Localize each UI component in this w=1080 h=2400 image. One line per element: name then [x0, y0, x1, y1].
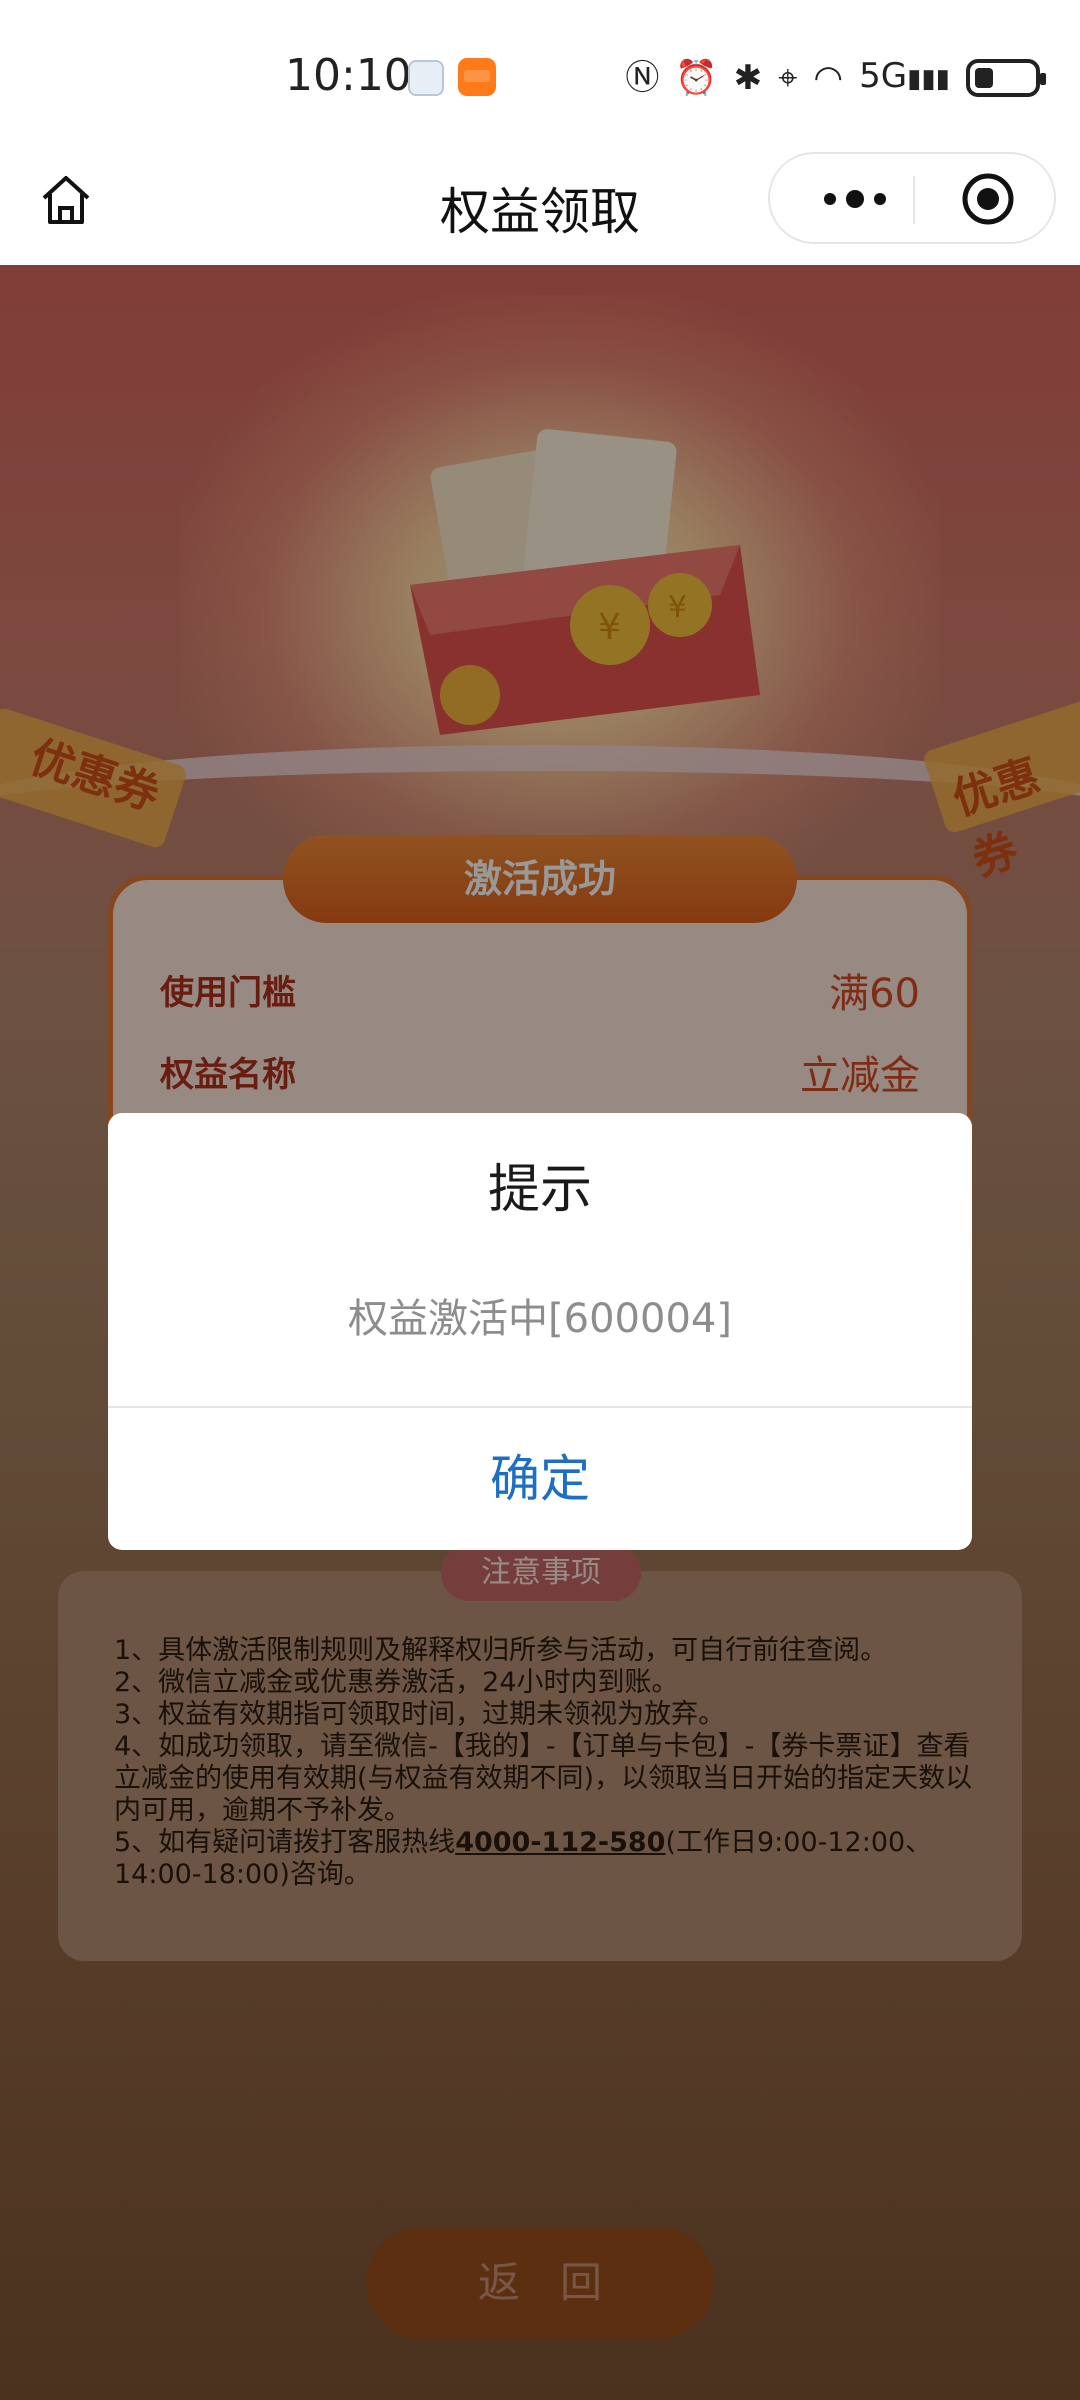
nav-bar: 权益领取 — [0, 150, 1080, 265]
battery-icon — [966, 58, 1046, 97]
status-icons: Ⓝ ⏰ ✱ ⌖ ◠ 5G▮▮▮ — [625, 56, 1046, 99]
wifi-icon: ◠ — [813, 57, 844, 98]
more-icon[interactable] — [810, 174, 900, 224]
nfc-icon: Ⓝ — [625, 57, 660, 98]
dialog-title: 提示 — [487, 1160, 592, 1220]
location-icon: ⌖ — [778, 57, 798, 98]
bluetooth-icon: ✱ — [733, 57, 763, 98]
confirm-button[interactable]: 确定 — [108, 1408, 972, 1550]
dialog-message: 权益激活中[600004] — [348, 1296, 732, 1342]
status-time: 10:10 — [285, 50, 412, 101]
alarm-icon: ⏰ — [675, 57, 718, 98]
status-bar: 10:10 Ⓝ ⏰ ✱ ⌖ ◠ 5G▮▮▮ — [0, 0, 1080, 150]
taobao-notification-icon — [458, 58, 496, 96]
alert-dialog: 提示 权益激活中[600004] 确定 — [108, 1113, 972, 1550]
signal-icon: 5G▮▮▮ — [859, 56, 950, 96]
capsule-divider — [913, 176, 915, 224]
app-notification-icon — [408, 60, 444, 96]
mini-program-capsule — [768, 152, 1056, 244]
close-mini-program-icon[interactable] — [960, 171, 1016, 227]
